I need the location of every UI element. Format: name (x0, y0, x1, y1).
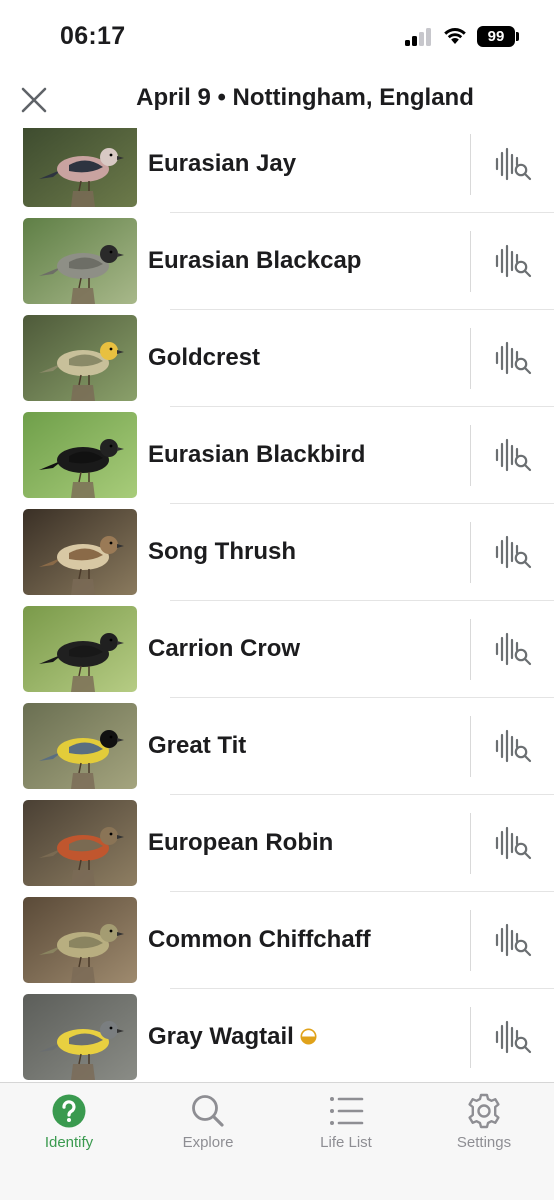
bird-name: Eurasian Blackcap (148, 247, 361, 275)
sound-search-icon[interactable] (494, 923, 532, 957)
bird-name: European Robin (148, 829, 333, 857)
sound-search-icon[interactable] (494, 147, 532, 181)
bird-name-text: Song Thrush (148, 538, 296, 565)
bird-photo-image (23, 606, 137, 692)
bird-name-text: Eurasian Blackbird (148, 441, 366, 468)
wifi-icon (444, 28, 466, 44)
bird-row[interactable]: Carrion Crow (0, 601, 554, 698)
sound-search-icon[interactable] (494, 341, 532, 375)
cellular-signal-icon (405, 28, 433, 46)
battery-indicator: 99 (477, 26, 515, 47)
bird-row[interactable]: Great Tit (0, 698, 554, 795)
bird-photo (23, 128, 137, 207)
bird-row[interactable]: Goldcrest (0, 310, 554, 407)
bird-photo (23, 897, 137, 983)
sound-search-icon[interactable] (494, 1020, 532, 1054)
header: April 9 • Nottingham, England (0, 72, 554, 128)
tab-explore-label: Explore (182, 1134, 234, 1151)
bird-name-text: Eurasian Jay (148, 150, 297, 177)
bird-photo-image (23, 897, 137, 983)
row-divider (470, 134, 471, 195)
bird-name: Gray Wagtail (148, 1023, 317, 1051)
status-time: 06:17 (60, 22, 126, 50)
bird-row[interactable]: European Robin (0, 795, 554, 892)
bird-photo-image (23, 703, 137, 789)
bird-name-text: Goldcrest (148, 344, 261, 371)
bird-name: Carrion Crow (148, 635, 300, 663)
bird-name: Eurasian Blackbird (148, 441, 365, 469)
list-icon (330, 1097, 364, 1125)
question-circle-icon (52, 1094, 86, 1128)
gear-icon (468, 1093, 500, 1129)
bird-name: Common Chiffchaff (148, 926, 371, 954)
row-divider (470, 716, 471, 777)
bird-photo (23, 412, 137, 498)
tab-settings[interactable]: Settings (415, 1083, 553, 1173)
tab-explore[interactable]: Explore (139, 1083, 277, 1173)
battery-tip (516, 32, 519, 41)
bird-photo (23, 315, 137, 401)
sound-search-icon[interactable] (494, 438, 532, 472)
tab-bar: Identify Explore Life List Settings (0, 1082, 554, 1200)
bird-photo (23, 994, 137, 1080)
bird-photo-image (23, 412, 137, 498)
row-divider (470, 619, 471, 680)
bird-row[interactable]: Eurasian Blackbird (0, 407, 554, 504)
row-divider (470, 910, 471, 971)
bird-photo-image (23, 128, 137, 207)
bird-photo-image (23, 994, 137, 1080)
bird-name-text: European Robin (148, 829, 334, 856)
bird-photo (23, 509, 137, 595)
bird-photo-image (23, 315, 137, 401)
bird-name-text: Great Tit (148, 732, 247, 759)
search-icon (192, 1095, 224, 1127)
row-divider (470, 231, 471, 292)
bird-photo (23, 606, 137, 692)
half-circle-badge-icon (300, 1028, 317, 1045)
sound-search-icon[interactable] (494, 826, 532, 860)
row-divider (470, 813, 471, 874)
bird-row[interactable]: Eurasian Jay (0, 128, 554, 213)
bird-name: Great Tit (148, 732, 246, 760)
tab-identify[interactable]: Identify (0, 1083, 138, 1173)
row-divider (470, 328, 471, 389)
bird-row[interactable]: Eurasian Blackcap (0, 213, 554, 310)
tab-life-list[interactable]: Life List (277, 1083, 415, 1173)
tab-settings-label: Settings (456, 1134, 512, 1151)
bird-photo (23, 800, 137, 886)
tab-life-list-label: Life List (320, 1134, 372, 1151)
bird-photo-image (23, 509, 137, 595)
bird-photo (23, 703, 137, 789)
bird-name: Song Thrush (148, 538, 296, 566)
bird-name-text: Gray Wagtail (148, 1023, 294, 1050)
bird-photo-image (23, 218, 137, 304)
bird-row[interactable]: Common Chiffchaff (0, 892, 554, 989)
sound-search-icon[interactable] (494, 729, 532, 763)
bird-name-text: Carrion Crow (148, 635, 301, 662)
tab-identify-label: Identify (44, 1134, 94, 1151)
bird-name-text: Common Chiffchaff (148, 926, 371, 953)
bird-list: Eurasian Jay Eurasian Blackcap Goldcrest… (0, 128, 554, 1082)
page-title: April 9 • Nottingham, England (136, 84, 474, 111)
close-icon[interactable] (18, 84, 50, 116)
row-divider (470, 425, 471, 486)
row-divider (470, 522, 471, 583)
bird-name: Goldcrest (148, 344, 260, 372)
sound-search-icon[interactable] (494, 632, 532, 666)
bird-name: Eurasian Jay (148, 150, 296, 178)
status-bar: 06:17 99 (0, 0, 554, 72)
row-divider (470, 1007, 471, 1068)
bird-row[interactable]: Gray Wagtail (0, 989, 554, 1082)
bird-name-text: Eurasian Blackcap (148, 247, 362, 274)
sound-search-icon[interactable] (494, 244, 532, 278)
bird-photo (23, 218, 137, 304)
sound-search-icon[interactable] (494, 535, 532, 569)
bird-row[interactable]: Song Thrush (0, 504, 554, 601)
bird-photo-image (23, 800, 137, 886)
